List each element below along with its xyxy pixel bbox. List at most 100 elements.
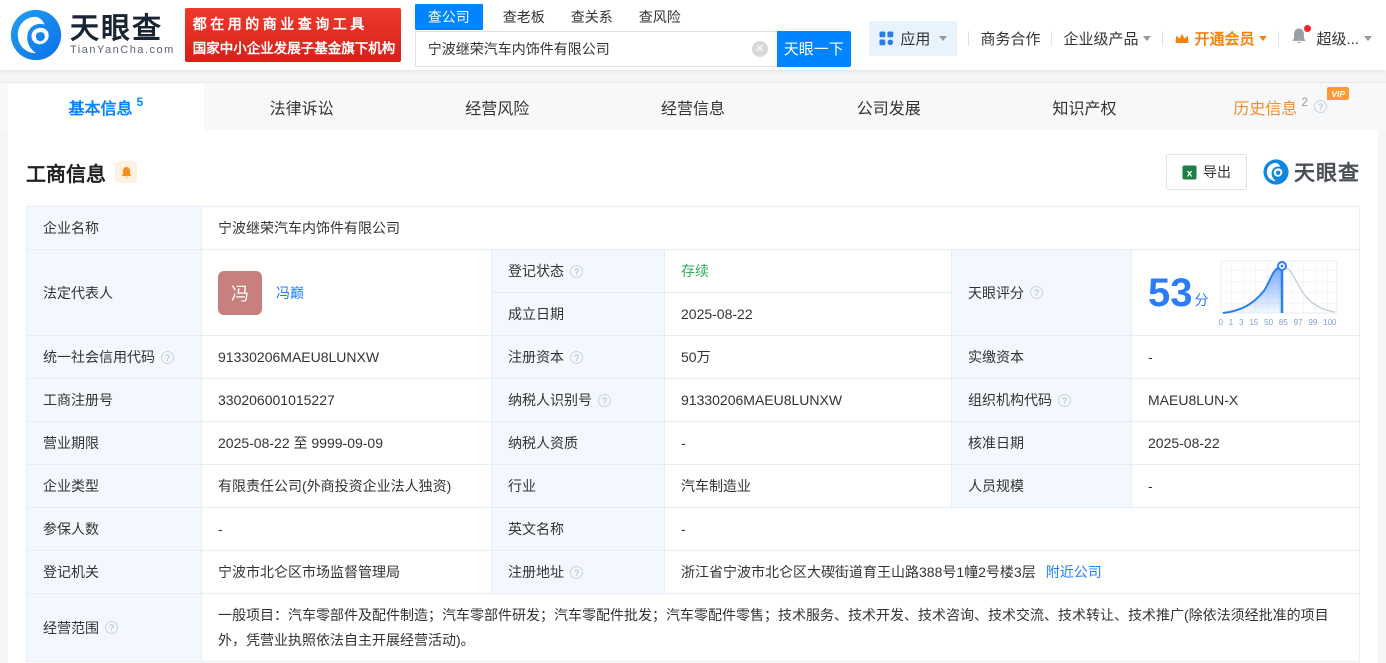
brand-name: 天眼查 (70, 13, 164, 45)
search-tab-company[interactable]: 查公司 (414, 3, 483, 30)
help-icon[interactable]: ? (570, 565, 583, 579)
brand-domain: TianYanCha.com (70, 44, 175, 56)
top-header: 天眼查 TianYanCha.com 都在用的商业查询工具 国家中小企业发展子基… (0, 0, 1386, 70)
caret-down-icon (1143, 35, 1152, 41)
chart-x-ticks: 01 3 15 50 85 97 99 100 (1218, 317, 1337, 327)
avatar[interactable]: 冯 (218, 270, 262, 315)
search-input[interactable] (414, 30, 777, 67)
export-button[interactable]: x 导出 (1166, 154, 1247, 190)
nearby-companies-link[interactable]: 附近公司 (1046, 562, 1102, 582)
field-value-staff-size: - (1132, 465, 1360, 508)
business-info-table: 企业名称 宁波继荣汽车内饰件有限公司 法定代表人 冯 冯巅 登记状态? 存续 天… (26, 206, 1360, 662)
tab-count: 2 (1301, 94, 1309, 109)
field-label-staff-size: 人员规模 (952, 465, 1132, 508)
promo-line2: 国家中小企业发展子基金旗下机构 (192, 40, 396, 56)
divider (1162, 30, 1164, 46)
tab-company-development[interactable]: 公司发展 (791, 83, 987, 130)
field-value-company-name: 宁波继荣汽车内饰件有限公司 (202, 207, 1360, 250)
clear-search-icon[interactable]: ✕ (751, 40, 768, 57)
field-label-taxpayer-qualification: 纳税人资质 (492, 422, 665, 465)
tab-operation-info[interactable]: 经营信息 (595, 83, 791, 130)
divider (1278, 30, 1280, 46)
legal-representative-cell: 冯 冯巅 (202, 250, 492, 336)
tianyan-score-cell: 53 分 0 1 3 15 50 85 97 99 100 (1132, 250, 1360, 336)
divider (1051, 30, 1053, 46)
help-icon[interactable]: ? (161, 350, 174, 364)
field-value-paidin-capital: - (1132, 336, 1360, 379)
search-tab-relation[interactable]: 查关系 (571, 7, 613, 27)
field-label-industry: 行业 (492, 465, 665, 508)
field-label-approval-date: 核准日期 (952, 422, 1132, 465)
field-label-taxpayer-id: 纳税人识别号? (492, 379, 665, 422)
field-value-org-code: MAEU8LUN-X (1132, 379, 1360, 422)
search-tabs: 查公司 查老板 查关系 查风险 (414, 3, 851, 30)
apps-menu[interactable]: 应用 (869, 20, 958, 56)
field-label-business-term: 营业期限 (27, 422, 202, 465)
caret-down-icon (939, 35, 948, 41)
nav-business-cooperation[interactable]: 商务合作 (980, 28, 1040, 49)
top-nav: 应用 商务合作 企业级产品 开通会员 超级... (869, 20, 1372, 56)
company-section-tabs: 基本信息 5 法律诉讼 经营风险 经营信息 公司发展 知识产权 VIP 历史信息… (0, 82, 1386, 130)
field-value-registered-address: 浙江省宁波市北仑区大碶街道育王山路388号1幢2号楼3层 附近公司 (665, 551, 1360, 594)
help-icon[interactable]: ? (1030, 286, 1043, 299)
field-label-registration-number: 工商注册号 (27, 379, 202, 422)
caret-down-icon (1259, 35, 1268, 41)
field-label-company-type: 企业类型 (27, 465, 202, 508)
help-icon[interactable]: ? (1058, 393, 1071, 407)
tianyancha-watermark: 天眼查 (1263, 157, 1360, 187)
field-label-insured-count: 参保人数 (27, 508, 202, 551)
tianyancha-logo[interactable]: 天眼查 TianYanCha.com (10, 9, 175, 61)
svg-text:x: x (1187, 168, 1193, 179)
field-value-taxpayer-id: 91330206MAEU8LUNXW (665, 379, 952, 422)
notifications-bell-icon[interactable] (1290, 25, 1312, 49)
search-area: 查公司 查老板 查关系 查风险 ✕ 天眼一下 (414, 3, 851, 67)
tianyancha-logo-icon (1263, 159, 1289, 185)
field-value-established-date: 2025-08-22 (665, 293, 952, 336)
field-label-registration-authority: 登记机关 (27, 551, 202, 594)
score-value: 53 (1148, 270, 1193, 315)
nav-super-member[interactable]: 超级... (1316, 28, 1372, 49)
tab-legal-proceedings[interactable]: 法律诉讼 (204, 83, 400, 130)
field-value-taxpayer-qualification: - (665, 422, 952, 465)
crown-icon (1175, 33, 1189, 43)
tab-count: 5 (136, 94, 144, 109)
field-label-registration-status: 登记状态? (492, 250, 665, 293)
search-button[interactable]: 天眼一下 (776, 30, 851, 67)
nav-open-membership[interactable]: 开通会员 (1174, 28, 1268, 49)
nav-enterprise-products[interactable]: 企业级产品 (1063, 28, 1152, 49)
status-badge: 存续 (681, 263, 709, 279)
monitor-bell-icon[interactable] (115, 161, 137, 183)
help-icon[interactable]: ? (1314, 100, 1328, 113)
field-value-business-scope: 一般项目：汽车零部件及配件制造；汽车零部件研发；汽车零配件批发；汽车零配件零售；… (202, 594, 1360, 662)
field-value-industry: 汽车制造业 (665, 465, 952, 508)
help-icon[interactable]: ? (570, 264, 583, 278)
excel-icon: x (1182, 164, 1197, 180)
apps-grid-icon (879, 30, 894, 45)
help-icon[interactable]: ? (598, 393, 611, 407)
tab-intellectual-property[interactable]: 知识产权 (987, 83, 1183, 130)
notification-dot (1304, 25, 1312, 32)
tianyancha-logo-icon (10, 9, 62, 61)
search-tab-boss[interactable]: 查老板 (503, 7, 545, 27)
tab-history-info[interactable]: VIP 历史信息 2 ? (1182, 83, 1378, 130)
field-label-registered-capital: 注册资本? (492, 336, 665, 379)
tab-basic-info[interactable]: 基本信息 5 (8, 83, 204, 130)
field-label-tianyan-score: 天眼评分? (952, 250, 1132, 336)
vip-badge: VIP (1327, 87, 1350, 100)
field-value-registration-status: 存续 (665, 250, 952, 293)
field-value-registration-authority: 宁波市北仑区市场监督管理局 (202, 551, 492, 594)
tab-operation-risk[interactable]: 经营风险 (399, 83, 595, 130)
promo-line1: 都在用的商业查询工具 (192, 15, 368, 32)
legal-representative-link[interactable]: 冯巅 (276, 283, 304, 303)
field-value-approval-date: 2025-08-22 (1132, 422, 1360, 465)
field-label-registered-address: 注册地址? (492, 551, 665, 594)
promo-banner: 都在用的商业查询工具 国家中小企业发展子基金旗下机构 (184, 8, 401, 62)
search-tab-risk[interactable]: 查风险 (639, 7, 681, 27)
help-icon[interactable]: ? (570, 350, 583, 364)
divider (968, 30, 970, 46)
score-distribution-chart[interactable]: 01 3 15 50 85 97 99 100 (1219, 259, 1339, 327)
apps-label: 应用 (900, 30, 931, 48)
help-icon[interactable]: ? (105, 621, 118, 634)
field-value-uscc: 91330206MAEU8LUNXW (202, 336, 492, 379)
field-label-business-scope: 经营范围? (27, 594, 202, 662)
